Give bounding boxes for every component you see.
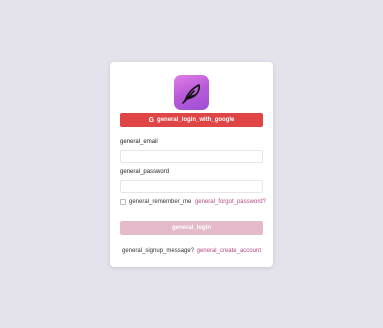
google-login-label: general_login_with_google: [157, 117, 235, 123]
login-button[interactable]: general_login: [120, 221, 263, 235]
app-logo: [174, 75, 209, 110]
signup-message: general_signup_message?: [122, 248, 195, 254]
google-login-button[interactable]: G general_login_with_google: [120, 113, 263, 127]
remember-me-label: general_remember_me: [129, 199, 192, 205]
email-field[interactable]: [120, 150, 263, 163]
create-account-link[interactable]: general_create_account: [197, 248, 261, 254]
password-label: general_password: [120, 169, 170, 175]
password-field[interactable]: [120, 180, 263, 193]
forgot-password-link[interactable]: general_forgot_password?: [195, 199, 266, 205]
google-g-icon: G: [148, 116, 155, 124]
feather-icon: [181, 83, 200, 104]
email-label: general_email: [120, 139, 158, 145]
login-card: G general_login_with_google general_emai…: [110, 62, 273, 267]
remember-me[interactable]: general_remember_me: [120, 199, 191, 205]
remember-me-checkbox[interactable]: [120, 199, 126, 205]
